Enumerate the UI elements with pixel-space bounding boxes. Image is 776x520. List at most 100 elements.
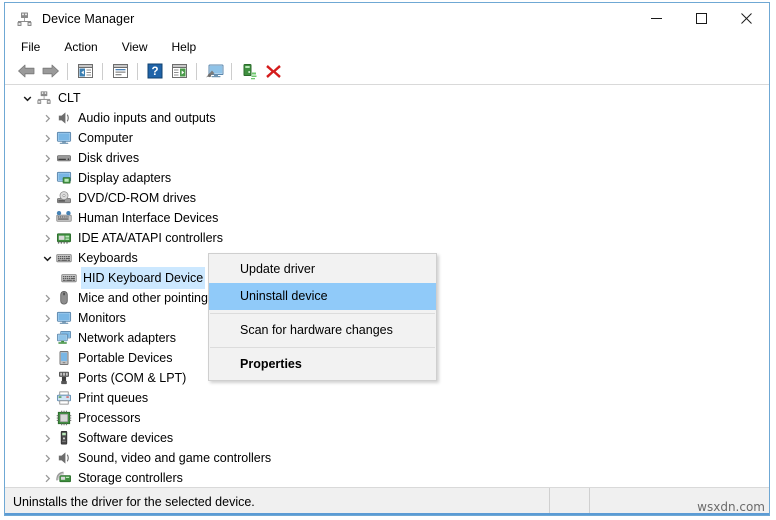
menu-action[interactable]: Action [60,38,108,56]
mouse-icon [55,289,73,307]
context-menu-separator-1 [210,313,435,314]
tree-node-processors[interactable]: Processors [5,408,769,428]
chevron-right-icon[interactable] [39,348,55,368]
keyboard-icon [60,269,78,287]
context-menu-separator-2 [210,347,435,348]
svg-text:?: ? [151,66,158,78]
chevron-right-icon[interactable] [39,208,55,228]
close-button[interactable] [724,3,769,34]
tree-node-sound-video-and-game-controllers[interactable]: Sound, video and game controllers [5,448,769,468]
toolbar-separator-4 [196,62,197,80]
menu-help[interactable]: Help [168,38,208,56]
chevron-right-icon[interactable] [39,388,55,408]
title-bar: Device Manager [5,3,769,35]
back-button[interactable] [14,60,38,82]
tree-node-label: Display adapters [78,171,172,185]
scan-for-hardware-changes-button[interactable] [202,60,226,82]
chevron-down-icon[interactable] [19,88,35,108]
tree-node-display-adapters[interactable]: Display adapters [5,168,769,188]
network-adapter-icon [55,329,73,347]
disk-drive-icon [55,149,73,167]
tree-node-computer[interactable]: Computer [5,128,769,148]
tree-node-label: Print queues [78,391,149,405]
tree-node-human-interface-devices[interactable]: Human Interface Devices [5,208,769,228]
tree-node-label: Portable Devices [78,351,173,365]
tree-node-label: Storage controllers [78,471,183,485]
show-hide-action-pane-button[interactable] [167,60,191,82]
status-segment-2 [550,488,590,515]
tree-node-label: CLT [58,91,81,105]
forward-button[interactable] [38,60,62,82]
window-controls [634,3,769,35]
tree-node-label: Monitors [78,311,126,325]
toolbar-separator-1 [67,62,68,80]
chevron-right-icon[interactable] [39,408,55,428]
status-bar: Uninstalls the driver for the selected d… [5,488,769,515]
tree-node-storage-controllers[interactable]: Storage controllers [5,468,769,487]
update-driver-button[interactable] [237,60,261,82]
window-title: Device Manager [42,12,135,26]
tree-node-audio-inputs-and-outputs[interactable]: Audio inputs and outputs [5,108,769,128]
minimize-button[interactable] [634,3,679,34]
chevron-right-icon[interactable] [39,168,55,188]
chevron-right-icon[interactable] [39,188,55,208]
ide-controller-icon [55,229,73,247]
tree-node-label: Human Interface Devices [78,211,219,225]
menu-bar: File Action View Help [5,35,769,58]
computer-node-icon [35,89,53,107]
tree-node-label: Audio inputs and outputs [78,111,216,125]
chevron-right-icon[interactable] [39,308,55,328]
chevron-right-icon[interactable] [39,128,55,148]
tree-node-ide-ata-atapi-controllers[interactable]: IDE ATA/ATAPI controllers [5,228,769,248]
tree-node-disk-drives[interactable]: Disk drives [5,148,769,168]
tree-node-clt[interactable]: CLT [5,88,769,108]
tree-node-label: Sound, video and game controllers [78,451,272,465]
uninstall-device-button[interactable] [261,60,285,82]
context-menu-item-scan-for-hardware-changes[interactable]: Scan for hardware changes [209,317,436,344]
chevron-right-icon[interactable] [39,108,55,128]
help-button[interactable]: ? [143,60,167,82]
chevron-right-icon[interactable] [39,328,55,348]
chevron-right-icon[interactable] [39,288,55,308]
menu-view[interactable]: View [118,38,159,56]
chevron-right-icon[interactable] [39,448,55,468]
display-adapter-icon [55,169,73,187]
menu-file[interactable]: File [17,38,51,56]
show-hide-console-tree-button[interactable] [73,60,97,82]
portable-device-icon [55,349,73,367]
chevron-right-icon[interactable] [39,148,55,168]
toolbar-separator-5 [231,62,232,80]
tree-node-print-queues[interactable]: Print queues [5,388,769,408]
device-tree-pane[interactable]: CLT Audio inputs and outputs Computer Di… [5,85,769,488]
monitor-icon [55,309,73,327]
toolbar-separator-3 [137,62,138,80]
chevron-right-icon[interactable] [39,428,55,448]
port-icon [55,369,73,387]
device-manager-icon [15,10,33,28]
chevron-right-icon[interactable] [39,368,55,388]
tree-node-software-devices[interactable]: Software devices [5,428,769,448]
hid-icon [55,209,73,227]
tree-node-label: DVD/CD-ROM drives [78,191,197,205]
maximize-button[interactable] [679,3,724,34]
window-bottom-accent [5,513,769,515]
tree-node-label: Mice and other pointing [78,291,208,305]
tree-node-label: Software devices [78,431,174,445]
storage-controller-icon [55,469,73,487]
keyboard-icon [55,249,73,267]
device-manager-window: Device Manager File Action View Help ? C… [4,2,770,516]
tree-node-label: Computer [78,131,133,145]
tree-node-dvd-cd-rom-drives[interactable]: DVD/CD-ROM drives [5,188,769,208]
processor-icon [55,409,73,427]
tree-node-label: Network adapters [78,331,176,345]
chevron-down-icon[interactable] [39,248,55,268]
context-menu-item-uninstall-device[interactable]: Uninstall device [209,283,436,310]
dvd-drive-icon [55,189,73,207]
properties-button[interactable] [108,60,132,82]
status-message: Uninstalls the driver for the selected d… [5,488,550,515]
context-menu-item-update-driver[interactable]: Update driver [209,256,436,283]
tree-node-label: Processors [78,411,141,425]
chevron-right-icon[interactable] [39,228,55,248]
chevron-right-icon[interactable] [39,468,55,487]
context-menu-item-properties[interactable]: Properties [209,351,436,378]
